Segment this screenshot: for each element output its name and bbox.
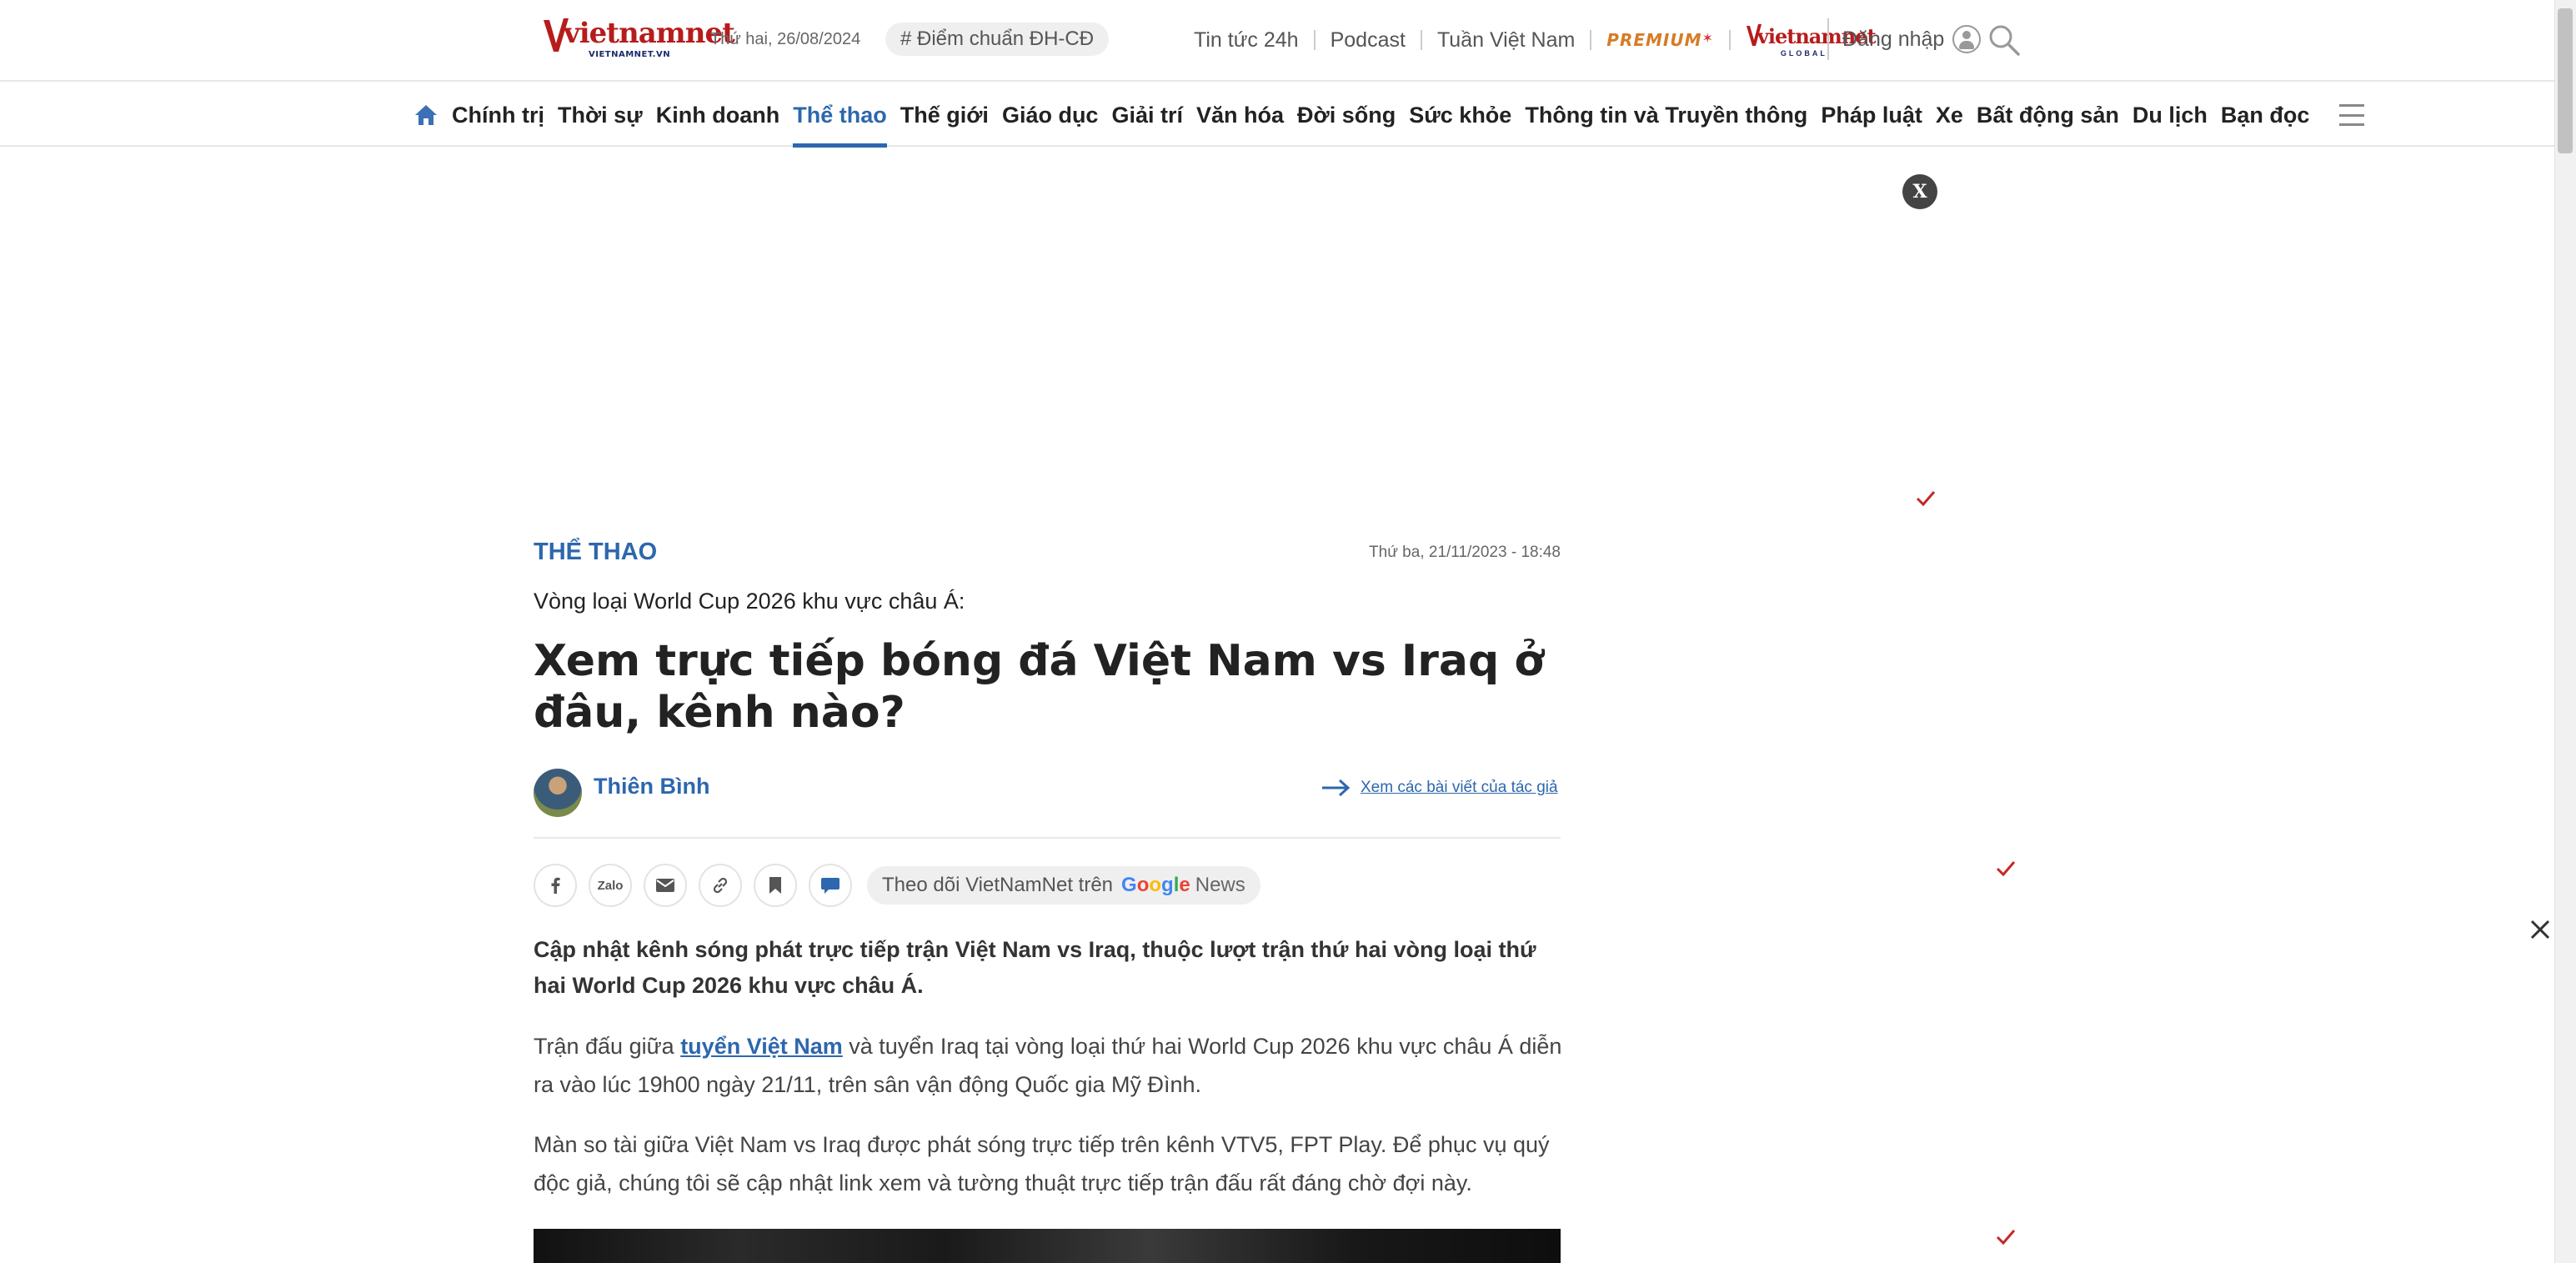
- category-nav: Chính trị Thời sự Kinh doanh Thể thao Th…: [0, 83, 2554, 148]
- nav-item-phap-luat[interactable]: Pháp luật: [1821, 98, 1922, 132]
- link-podcast[interactable]: Podcast: [1331, 28, 1406, 53]
- login-label: Đăng nhập: [1842, 27, 1945, 51]
- article-category[interactable]: THỂ THAO: [534, 539, 657, 566]
- login-divider: [1827, 18, 1829, 60]
- share-zalo-button[interactable]: Zalo: [589, 864, 632, 907]
- bookmark-icon: [769, 877, 781, 894]
- nav-item-du-lich[interactable]: Du lịch: [2132, 98, 2208, 132]
- share-email-button[interactable]: [644, 864, 687, 907]
- arrow-right-icon: [1322, 779, 1351, 797]
- link-tuan-viet-nam[interactable]: Tuần Việt Nam: [1437, 28, 1575, 53]
- ad-choices-icon[interactable]: [1996, 1229, 2016, 1245]
- divider: [534, 837, 1561, 839]
- link-tin-tuc-24h[interactable]: Tin tức 24h: [1194, 28, 1299, 53]
- premium-link[interactable]: PREMIUM✶: [1606, 30, 1714, 50]
- nav-item-thoi-su[interactable]: Thời sự: [558, 98, 643, 132]
- nav-item-doi-song[interactable]: Đời sống: [1297, 98, 1396, 132]
- separator: [1313, 30, 1316, 50]
- author-articles-link[interactable]: Xem các bài viết của tác giả: [1321, 779, 1558, 797]
- home-icon[interactable]: [413, 103, 439, 128]
- nav-item-the-gioi[interactable]: Thế giới: [900, 98, 989, 132]
- publish-date: Thứ ba, 21/11/2023 - 18:48: [1369, 544, 1561, 561]
- premium-label: PREMIUM: [1606, 30, 1702, 50]
- nav-item-giai-tri[interactable]: Giải trí: [1111, 98, 1183, 132]
- author-name[interactable]: Thiên Bình: [594, 774, 709, 799]
- google-news-follow-button[interactable]: Theo dõi VietNamNet trên Google News: [867, 866, 1260, 905]
- share-bar: Zalo Theo dõi VietNamNet trên Google New…: [534, 864, 1260, 907]
- nav-item-bat-dong-san[interactable]: Bất động sản: [1977, 98, 2119, 132]
- nav-item-giao-duc[interactable]: Giáo dục: [1002, 98, 1099, 132]
- nav-item-thong-tin-truyen-thong[interactable]: Thông tin và Truyền thông: [1525, 98, 1807, 132]
- ad-close-button[interactable]: X: [1902, 174, 1937, 209]
- scrollbar-thumb[interactable]: [2558, 8, 2573, 153]
- nav-item-kinh-doanh[interactable]: Kinh doanh: [656, 98, 779, 132]
- separator: [1728, 30, 1731, 50]
- copy-link-button[interactable]: [699, 864, 742, 907]
- comment-icon: [821, 878, 839, 894]
- current-date: Thứ hai, 26/08/2024: [710, 30, 861, 48]
- nav-item-xe[interactable]: Xe: [1936, 98, 1963, 132]
- article-lead: Cập nhật kênh sóng phát trực tiếp trận V…: [534, 937, 1536, 998]
- menu-icon[interactable]: [2339, 104, 2365, 126]
- search-icon[interactable]: [1987, 23, 2021, 57]
- user-icon: [1952, 25, 1982, 53]
- google-wordmark: Google: [1121, 874, 1190, 896]
- top-header: vietnamnet VIETNAMNET.VN Thứ hai, 26/08/…: [0, 0, 2554, 82]
- global-logo[interactable]: vietnamnet GLOBAL: [1746, 21, 1877, 59]
- ad-choices-icon[interactable]: [1916, 490, 1936, 507]
- separator: [1420, 30, 1422, 50]
- article-title: Xem trực tiếp bóng đá Việt Nam vs Iraq ở…: [534, 636, 1545, 738]
- nav-item-chinh-tri[interactable]: Chính trị: [452, 98, 544, 132]
- author-avatar[interactable]: [534, 769, 582, 817]
- paragraph-text: Trận đấu giữa: [534, 1034, 681, 1059]
- article-paragraph: Màn so tài giữa Việt Nam vs Iraq được ph…: [534, 1132, 1550, 1195]
- share-facebook-button[interactable]: [534, 864, 577, 907]
- article-paragraph: Trận đấu giữa tuyển Việt Nam và tuyển Ir…: [534, 1027, 1567, 1104]
- logo-word: vietnamnet: [564, 17, 735, 50]
- nav-item-the-thao[interactable]: Thể thao: [793, 98, 887, 148]
- logo-sub: VIETNAMNET.VN: [589, 50, 671, 59]
- login-button[interactable]: Đăng nhập: [1842, 25, 1982, 53]
- article-kicker: Vòng loại World Cup 2026 khu vực châu Á:: [534, 589, 965, 614]
- facebook-icon: [551, 877, 560, 894]
- nav-item-ban-doc[interactable]: Bạn đọc: [2221, 98, 2310, 132]
- author-articles-label: Xem các bài viết của tác giả: [1361, 779, 1558, 796]
- ad-choices-icon[interactable]: [1996, 860, 2016, 877]
- premium-star-icon: ✶: [1701, 30, 1714, 46]
- top-links: Tin tức 24h Podcast Tuần Việt Nam PREMIU…: [1194, 24, 1877, 58]
- global-logo-sub: GLOBAL: [1780, 49, 1827, 58]
- scrollbar[interactable]: [2554, 0, 2576, 1263]
- news-label: News: [1195, 874, 1245, 896]
- email-icon: [656, 879, 674, 892]
- zalo-icon: Zalo: [597, 878, 624, 893]
- nav-item-van-hoa[interactable]: Văn hóa: [1196, 98, 1284, 132]
- hashtag-link[interactable]: # Điểm chuẩn ĐH-CĐ: [885, 23, 1110, 56]
- close-icon[interactable]: [2529, 919, 2551, 940]
- comment-button[interactable]: [809, 864, 852, 907]
- article-video[interactable]: [534, 1229, 1561, 1263]
- follow-label: Theo dõi VietNamNet trên: [882, 874, 1114, 896]
- nav-item-suc-khoe[interactable]: Sức khỏe: [1409, 98, 1511, 132]
- tag-link-tuyen-viet-nam[interactable]: tuyển Việt Nam: [680, 1034, 843, 1059]
- separator: [1590, 30, 1592, 50]
- site-logo[interactable]: vietnamnet VIETNAMNET.VN: [542, 12, 735, 62]
- bookmark-button[interactable]: [754, 864, 797, 907]
- link-icon: [713, 877, 728, 894]
